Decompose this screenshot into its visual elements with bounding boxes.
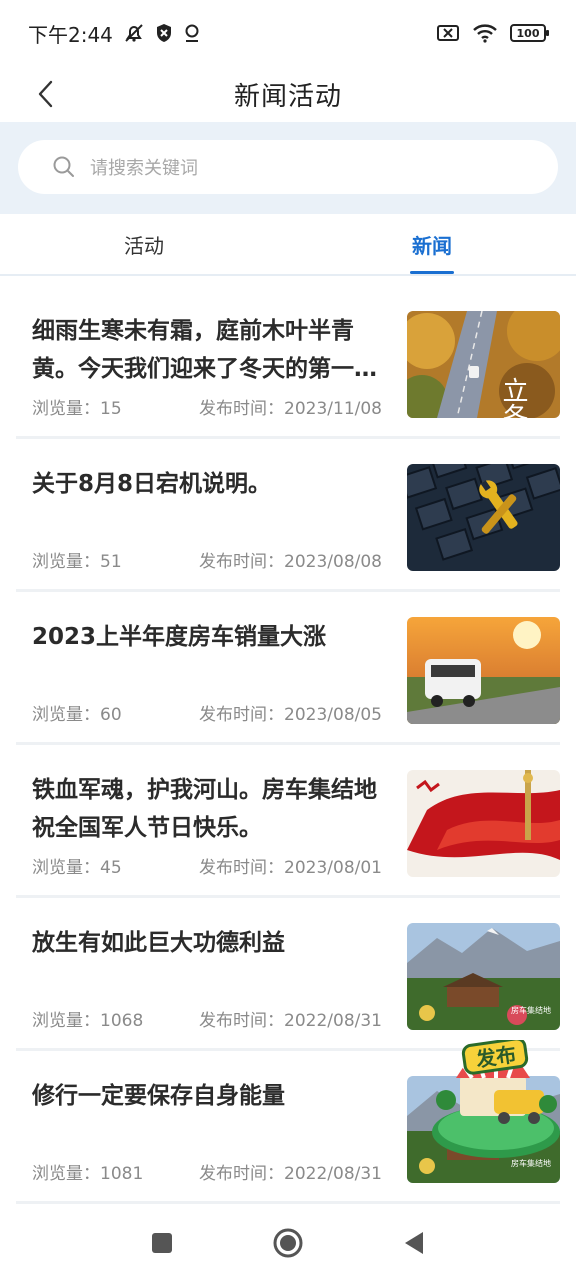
search-icon	[53, 156, 74, 177]
publish-date: 发布时间：2023/11/08	[199, 399, 382, 419]
news-meta: 浏览量：60 发布时间：2023/08/05	[32, 700, 382, 725]
wifi-icon	[472, 23, 498, 43]
no-sim-icon	[436, 23, 460, 43]
status-left: 下午2:44	[28, 19, 201, 48]
page-title: 新闻活动	[233, 81, 342, 112]
views-count: 浏览量：45	[32, 858, 122, 878]
search-input[interactable]: 请搜索关键词	[18, 140, 558, 194]
views-count: 浏览量：60	[32, 705, 122, 725]
views-count: 浏览量：51	[32, 552, 122, 572]
list-item[interactable]: 放生有如此巨大功德利益 浏览量：1068 发布时间：2022/08/31 房车集…	[16, 898, 560, 1051]
tab-news[interactable]: 新闻	[288, 214, 576, 274]
status-bar: 下午2:44 100	[0, 0, 576, 66]
triangle-back-icon	[405, 1232, 423, 1254]
list-item[interactable]: 细雨生寒未有霜，庭前木叶半青黄。今天我们迎来了冬天的第一个节气——立冬 浏览量：…	[16, 286, 560, 439]
mute-bell-icon	[123, 22, 145, 44]
recent-apps-button[interactable]	[150, 1231, 174, 1259]
news-title: 放生有如此巨大功德利益	[32, 930, 285, 956]
status-time: 下午2:44	[28, 22, 113, 47]
circle-home-icon	[273, 1228, 303, 1258]
news-thumbnail	[407, 617, 560, 724]
chevron-left-icon	[38, 80, 53, 108]
publish-date: 发布时间：2023/08/01	[199, 858, 382, 878]
home-button[interactable]	[272, 1227, 304, 1263]
publish-date: 发布时间：2022/08/31	[199, 1164, 382, 1184]
news-meta: 浏览量：45 发布时间：2023/08/01	[32, 853, 382, 878]
search-area: 请搜索关键词	[0, 122, 576, 214]
list-item[interactable]: 关于8月8日宕机说明。 浏览量：51 发布时间：2023/08/08	[16, 439, 560, 592]
news-thumbnail: 立冬	[407, 311, 560, 418]
news-title: 修行一定要保存自身能量	[32, 1083, 285, 1109]
status-right: 100	[436, 23, 549, 43]
publish-stall-icon: 发布	[432, 1037, 560, 1158]
news-meta: 浏览量：15 发布时间：2023/11/08	[32, 394, 382, 419]
list-item[interactable]: 2023上半年度房车销量大涨 浏览量：60 发布时间：2023/08/05	[16, 592, 560, 745]
system-nav-bar	[0, 1210, 576, 1280]
news-thumbnail	[407, 464, 560, 571]
nav-bar: 新闻活动	[0, 66, 576, 122]
thumb-caption: 立冬	[498, 377, 528, 418]
news-thumbnail	[407, 770, 560, 877]
views-count: 浏览量：1068	[32, 1011, 144, 1031]
news-meta: 浏览量：1081 发布时间：2022/08/31	[32, 1159, 382, 1184]
news-title: 关于8月8日宕机说明。	[32, 471, 272, 497]
tab-bar: 活动 新闻	[0, 214, 576, 276]
news-title: 铁血军魂，护我河山。房车集结地祝全国军人节日快乐。	[32, 777, 377, 841]
news-meta: 浏览量：51 发布时间：2023/08/08	[32, 547, 382, 572]
back-button[interactable]	[26, 74, 66, 114]
views-count: 浏览量：15	[32, 399, 122, 419]
location-pin-icon	[183, 23, 201, 43]
news-thumbnail: 房车集结地	[407, 923, 560, 1030]
publish-date: 发布时间：2023/08/08	[199, 552, 382, 572]
search-placeholder: 请搜索关键词	[90, 158, 198, 179]
news-title: 2023上半年度房车销量大涨	[32, 624, 327, 650]
publish-date: 发布时间：2023/08/05	[199, 705, 382, 725]
list-item[interactable]: 铁血军魂，护我河山。房车集结地祝全国军人节日快乐。 浏览量：45 发布时间：20…	[16, 745, 560, 898]
thumb-caption: 房车集结地	[511, 1005, 551, 1015]
publish-button[interactable]: 发布	[430, 1037, 562, 1160]
shield-icon	[155, 23, 173, 43]
battery-icon: 100	[510, 24, 549, 42]
publish-date: 发布时间：2022/08/31	[199, 1011, 382, 1031]
news-title: 细雨生寒未有霜，庭前木叶半青黄。今天我们迎来了冬天的第一个节气——立冬	[32, 318, 377, 382]
square-icon	[152, 1233, 172, 1253]
views-count: 浏览量：1081	[32, 1164, 144, 1184]
system-back-button[interactable]	[402, 1230, 426, 1260]
news-meta: 浏览量：1068 发布时间：2022/08/31	[32, 1006, 382, 1031]
tab-activities[interactable]: 活动	[0, 214, 288, 274]
